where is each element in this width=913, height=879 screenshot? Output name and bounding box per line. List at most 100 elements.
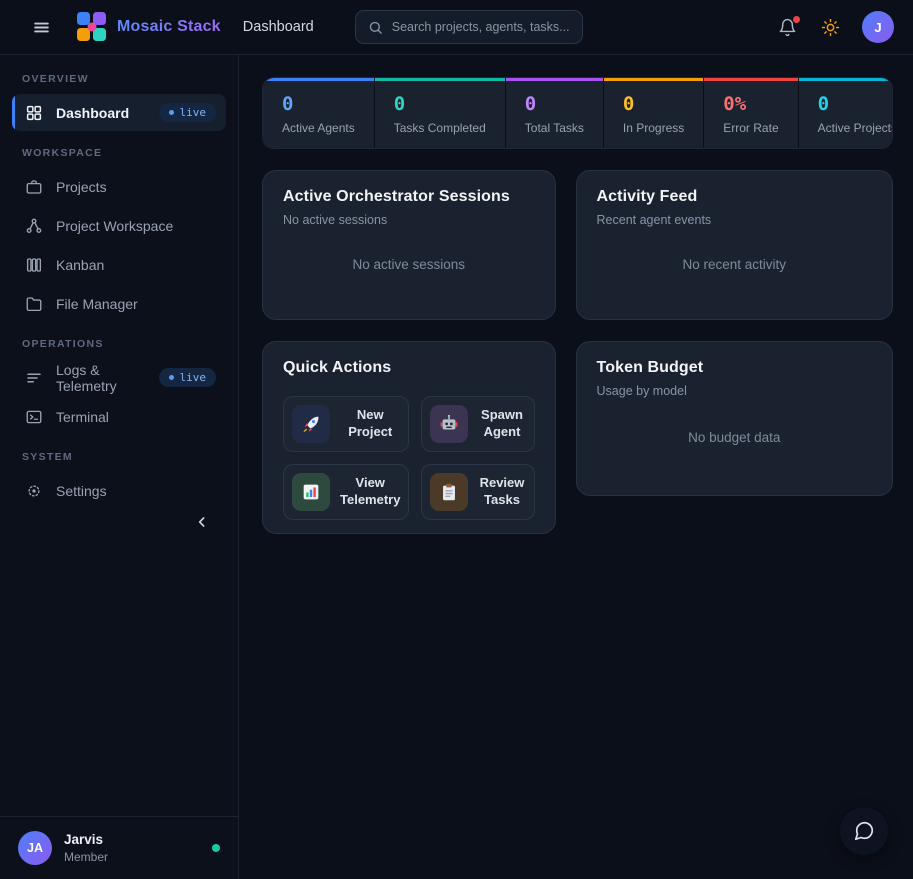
live-badge-label: live xyxy=(180,106,207,119)
quick-actions-card: Quick Actions New Project xyxy=(262,341,556,534)
notifications-bell-icon[interactable] xyxy=(776,16,799,39)
user-initials-avatar: JA xyxy=(18,831,52,865)
stat-active-projects: 0 Active Projects xyxy=(799,78,893,148)
sidebar-item-dashboard[interactable]: Dashboard live xyxy=(12,94,226,131)
token-budget-card: Token Budget Usage by model No budget da… xyxy=(576,341,893,496)
card-subtitle: Usage by model xyxy=(597,384,872,398)
chat-bubble-icon xyxy=(853,820,875,842)
live-dot xyxy=(169,375,174,380)
stat-value: 0 xyxy=(818,92,893,116)
card-title: Active Orchestrator Sessions xyxy=(283,188,535,206)
stat-label: Error Rate xyxy=(723,121,778,135)
robot-icon xyxy=(430,405,468,443)
clipboard-icon xyxy=(430,473,468,511)
sidebar: OVERVIEW Dashboard live WORKSPACE xyxy=(0,55,239,879)
sidebar-nav: OVERVIEW Dashboard live WORKSPACE xyxy=(0,55,238,816)
terminal-icon xyxy=(25,408,43,426)
user-profile-area[interactable]: JA Jarvis Member xyxy=(0,816,238,879)
stats-bar: 0 Active Agents 0 Tasks Completed 0 Tota… xyxy=(262,77,893,149)
live-dot xyxy=(169,110,174,115)
chat-fab-button[interactable] xyxy=(840,807,888,855)
card-subtitle: Recent agent events xyxy=(597,213,872,227)
stat-total-tasks: 0 Total Tasks xyxy=(506,78,603,148)
sidebar-item-kanban[interactable]: Kanban xyxy=(12,246,226,283)
stat-label: Tasks Completed xyxy=(394,121,486,135)
live-badge: live xyxy=(159,368,217,387)
sidebar-item-label: Logs & Telemetry xyxy=(56,362,146,394)
sidebar-item-label: Projects xyxy=(56,179,107,195)
gear-icon xyxy=(25,482,43,500)
stat-error-rate: 0% Error Rate xyxy=(704,78,797,148)
spawn-agent-button[interactable]: Spawn Agent xyxy=(421,396,534,452)
bar-chart-icon xyxy=(292,473,330,511)
kanban-columns-icon xyxy=(25,256,43,274)
sidebar-item-project-workspace[interactable]: Project Workspace xyxy=(12,207,226,244)
empty-state-text: No recent activity xyxy=(597,227,872,301)
user-role: Member xyxy=(64,850,108,864)
stat-value: 0 xyxy=(623,92,684,116)
stat-label: Active Projects xyxy=(818,121,893,135)
stat-value: 0 xyxy=(282,92,355,116)
app-header: Mosaic Stack Dashboard J xyxy=(0,0,913,55)
stat-label: In Progress xyxy=(623,121,684,135)
header-actions: J xyxy=(776,11,894,43)
network-nodes-icon xyxy=(25,217,43,235)
section-label-operations: OPERATIONS xyxy=(22,338,216,350)
card-title: Quick Actions xyxy=(283,359,535,377)
user-name: Jarvis xyxy=(64,832,108,847)
active-sessions-card: Active Orchestrator Sessions No active s… xyxy=(262,170,556,320)
notification-dot xyxy=(793,16,800,23)
sidebar-item-terminal[interactable]: Terminal xyxy=(12,398,226,435)
sidebar-item-settings[interactable]: Settings xyxy=(12,472,226,509)
search-icon xyxy=(368,20,383,35)
action-label: New Project xyxy=(340,407,400,441)
stat-tasks-completed: 0 Tasks Completed xyxy=(375,78,505,148)
empty-state-text: No active sessions xyxy=(283,227,535,301)
sidebar-item-label: Terminal xyxy=(56,409,109,425)
brand-name: Mosaic Stack xyxy=(117,18,221,36)
sidebar-item-label: File Manager xyxy=(56,296,138,312)
hamburger-menu-icon[interactable] xyxy=(28,14,55,41)
active-indicator xyxy=(12,94,15,131)
sidebar-item-label: Project Workspace xyxy=(56,218,173,234)
card-title: Activity Feed xyxy=(597,188,872,206)
live-badge: live xyxy=(159,103,217,122)
sidebar-collapse-chevron-icon[interactable] xyxy=(190,510,214,534)
stat-in-progress: 0 In Progress xyxy=(604,78,703,148)
folder-icon xyxy=(25,295,43,313)
new-project-button[interactable]: New Project xyxy=(283,396,409,452)
review-tasks-button[interactable]: Review Tasks xyxy=(421,464,534,520)
stat-value: 0 xyxy=(525,92,584,116)
sidebar-item-file-manager[interactable]: File Manager xyxy=(12,285,226,322)
briefcase-icon xyxy=(25,178,43,196)
action-label: Spawn Agent xyxy=(478,407,525,441)
online-status-dot xyxy=(212,844,220,852)
search-input[interactable] xyxy=(392,20,570,34)
stat-active-agents: 0 Active Agents xyxy=(263,78,374,148)
log-lines-icon xyxy=(25,369,43,387)
section-label-workspace: WORKSPACE xyxy=(22,147,216,159)
dashboard-grid-icon xyxy=(25,104,43,122)
stat-value: 0% xyxy=(723,92,778,116)
user-avatar[interactable]: J xyxy=(862,11,894,43)
stat-label: Total Tasks xyxy=(525,121,584,135)
rocket-icon xyxy=(292,405,330,443)
section-label-overview: OVERVIEW xyxy=(22,73,216,85)
sidebar-item-label: Dashboard xyxy=(56,105,129,121)
activity-feed-card: Activity Feed Recent agent events No rec… xyxy=(576,170,893,320)
search-box[interactable] xyxy=(355,10,583,44)
view-telemetry-button[interactable]: View Telemetry xyxy=(283,464,409,520)
main-content: 0 Active Agents 0 Tasks Completed 0 Tota… xyxy=(239,55,913,879)
theme-toggle-sun-icon[interactable] xyxy=(819,16,842,39)
mosaic-logo-icon xyxy=(77,12,107,42)
sidebar-item-label: Settings xyxy=(56,483,107,499)
stat-value: 0 xyxy=(394,92,486,116)
action-label: View Telemetry xyxy=(340,475,400,509)
card-title: Token Budget xyxy=(597,359,872,377)
stat-label: Active Agents xyxy=(282,121,355,135)
sidebar-item-label: Kanban xyxy=(56,257,104,273)
breadcrumb: Dashboard xyxy=(243,19,314,35)
sidebar-item-projects[interactable]: Projects xyxy=(12,168,226,205)
live-badge-label: live xyxy=(180,371,207,384)
sidebar-item-logs-telemetry[interactable]: Logs & Telemetry live xyxy=(12,359,226,396)
